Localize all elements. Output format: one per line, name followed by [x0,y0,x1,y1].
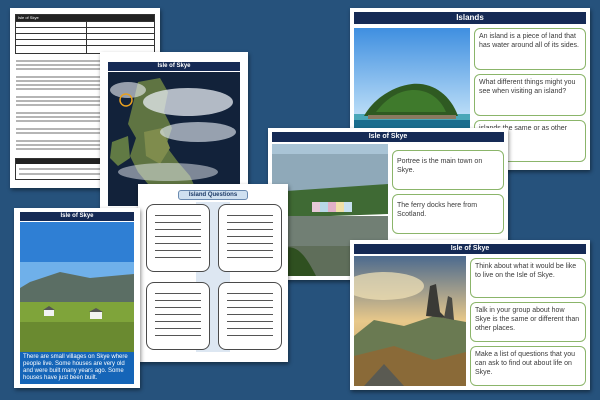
skye-cell-2: Talk in your group about how Skye is the… [470,302,586,342]
question-box-4 [218,282,282,350]
portree-card-title: Isle of Skye [272,132,504,142]
skye-card-title: Isle of Skye [354,244,586,254]
skye-card: Isle of Skye Think about what it would b… [350,240,590,390]
islands-cell-2: What different things might you see when… [474,74,586,116]
portree-cell-2: The ferry docks here from Scotland. [392,194,504,234]
photo-sheet-caption: There are small villages on Skye where p… [20,352,134,384]
questions-sheet-title: Island Questions [178,190,248,200]
photo-sheet: Isle of Skye There are small villages on… [14,208,140,388]
skye-cell-1: Think about what it would be like to liv… [470,258,586,298]
question-box-1 [146,204,210,272]
islands-card-title: Islands [354,12,586,24]
photo-sheet-title: Isle of Skye [20,212,134,221]
info-sheet-table: Isle of Skye [15,14,155,54]
islands-cell-1: An island is a piece of land that has wa… [474,28,586,70]
skye-cell-3: Make a list of questions that you can as… [470,346,586,386]
question-box-2 [218,204,282,272]
map-sheet-title: Isle of Skye [108,62,240,71]
questions-sheet: Island Questions [138,184,288,362]
portree-cell-1: Portree is the main town on Skye. [392,150,504,190]
question-box-3 [146,282,210,350]
old-man-of-storr-photo [354,256,466,386]
skye-village-photo [20,222,134,352]
